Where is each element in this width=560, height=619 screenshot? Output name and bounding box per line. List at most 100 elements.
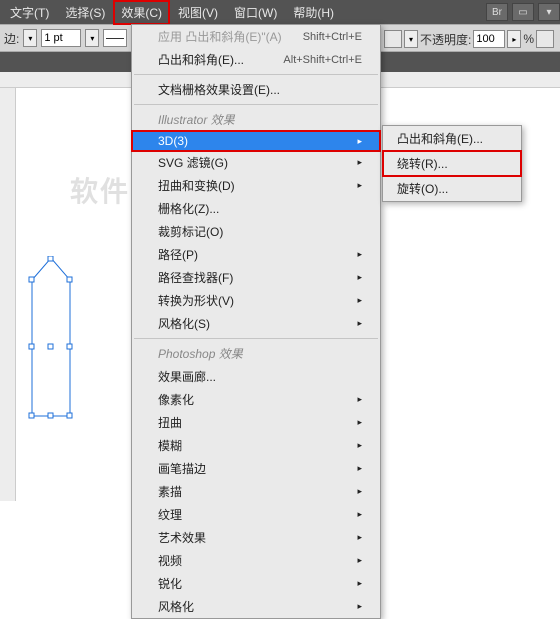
menu-distort-transform[interactable]: 扭曲和变换(D) ▸ <box>132 174 380 197</box>
menu-label: 扭曲 <box>158 414 182 431</box>
submenu-rotate[interactable]: 旋转(O)... <box>383 176 521 201</box>
menu-stylize-ai[interactable]: 风格化(S) ▸ <box>132 312 380 335</box>
menu-window[interactable]: 窗口(W) <box>226 0 285 25</box>
menu-artistic[interactable]: 艺术效果 ▸ <box>132 526 380 549</box>
menu-convert-shape[interactable]: 转换为形状(V) ▸ <box>132 289 380 312</box>
menu-label: 风格化(S) <box>158 315 210 332</box>
menu-label: 视频 <box>158 552 182 569</box>
menu-label: 栅格化(Z)... <box>158 200 219 217</box>
menu-label: 像素化 <box>158 391 194 408</box>
menu-label: 绕转(R)... <box>397 155 448 172</box>
menu-path[interactable]: 路径(P) ▸ <box>132 243 380 266</box>
menu-label: 转换为形状(V) <box>158 292 234 309</box>
submenu-extrude[interactable]: 凸出和斜角(E)... <box>383 126 521 151</box>
menu-label: 裁剪标记(O) <box>158 223 223 240</box>
menu-doc-raster[interactable]: 文档栅格效果设置(E)... <box>132 78 380 101</box>
submenu-arrow-icon: ▸ <box>357 486 362 497</box>
submenu-arrow-icon: ▸ <box>357 136 362 147</box>
menu-label: 应用 凸出和斜角(E)"(A) <box>158 28 282 45</box>
menu-svg-filter[interactable]: SVG 滤镜(G)▸ <box>132 151 380 174</box>
opacity-more-icon[interactable] <box>536 30 554 48</box>
menu-text[interactable]: 文字(T) <box>2 0 57 25</box>
submenu-arrow-icon: ▸ <box>357 509 362 520</box>
submenu-arrow-icon: ▸ <box>357 318 362 329</box>
menu-label: SVG 滤镜(G) <box>158 154 228 171</box>
submenu-arrow-icon: ▸ <box>357 463 362 474</box>
submenu-arrow-icon: ▸ <box>357 578 362 589</box>
menu-view[interactable]: 视图(V) <box>170 0 226 25</box>
stroke-input[interactable] <box>41 29 81 47</box>
menu-stylize-ps[interactable]: 风格化 ▸ <box>132 595 380 618</box>
submenu-arrow-icon: ▸ <box>357 394 362 405</box>
toolbar-right: Br ▭ ▾ <box>486 0 560 24</box>
opacity-icon[interactable] <box>384 30 402 48</box>
menu-shortcut: Shift+Ctrl+E <box>303 31 362 43</box>
3d-submenu: 凸出和斜角(E)... 绕转(R)... 旋转(O)... <box>382 125 522 202</box>
menu-label: 旋转(O)... <box>397 180 448 197</box>
menu-separator <box>134 74 378 75</box>
stroke-dropdown-icon[interactable]: ▾ <box>23 29 37 47</box>
stroke-style-box[interactable] <box>103 29 127 47</box>
menu-label: 路径查找器(F) <box>158 269 233 286</box>
percent-label: % <box>523 32 534 46</box>
menu-separator <box>134 338 378 339</box>
menu-effect[interactable]: 效果(C) <box>113 0 170 25</box>
menu-label: 凸出和斜角(E)... <box>397 130 483 147</box>
menu-distort[interactable]: 扭曲 ▸ <box>132 411 380 434</box>
submenu-arrow-icon: ▸ <box>357 249 362 260</box>
stroke-label: 边: <box>4 30 19 47</box>
menu-pathfinder[interactable]: 路径查找器(F) ▸ <box>132 266 380 289</box>
menu-label: 模糊 <box>158 437 182 454</box>
menu-blur[interactable]: 模糊 ▸ <box>132 434 380 457</box>
submenu-arrow-icon: ▸ <box>357 555 362 566</box>
submenu-arrow-icon: ▸ <box>357 440 362 451</box>
menu-label: 风格化 <box>158 598 194 615</box>
menu-label: 路径(P) <box>158 246 198 263</box>
menu-label: 扭曲和变换(D) <box>158 177 235 194</box>
opacity-input[interactable] <box>473 30 505 48</box>
submenu-revolve[interactable]: 绕转(R)... <box>383 151 521 176</box>
menu-apply-last[interactable]: 应用 凸出和斜角(E)"(A) Shift+Ctrl+E <box>132 25 380 48</box>
menu-shortcut: Alt+Shift+Ctrl+E <box>283 54 362 66</box>
stroke-unit-dropdown[interactable]: ▾ <box>85 29 99 47</box>
menu-sketch[interactable]: 素描 ▸ <box>132 480 380 503</box>
submenu-arrow-icon: ▸ <box>357 272 362 283</box>
menu-texture[interactable]: 纹理 ▸ <box>132 503 380 526</box>
menu-label: 文档栅格效果设置(E)... <box>158 81 280 98</box>
submenu-arrow-icon: ▸ <box>357 532 362 543</box>
menu-label: 素描 <box>158 483 182 500</box>
menu-label: 锐化 <box>158 575 182 592</box>
menu-label: 画笔描边 <box>158 460 206 477</box>
submenu-arrow-icon: ▸ <box>357 601 362 612</box>
bridge-button[interactable]: Br <box>486 3 508 21</box>
menu-header-ps: Photoshop 效果 <box>132 342 380 365</box>
menu-effect-gallery[interactable]: 效果画廊... <box>132 365 380 388</box>
opacity-group: ▾ 不透明度: ▸ % <box>382 28 556 50</box>
menu-label: 纹理 <box>158 506 182 523</box>
menu-help[interactable]: 帮助(H) <box>285 0 342 25</box>
menu-header-ai: Illustrator 效果 <box>132 108 380 131</box>
menu-label: 效果画廊... <box>158 368 216 385</box>
menu-rasterize[interactable]: 栅格化(Z)... <box>132 197 380 220</box>
ruler-vertical <box>0 88 16 501</box>
opacity-dropdown-2[interactable]: ▸ <box>507 30 521 48</box>
submenu-arrow-icon: ▸ <box>357 295 362 306</box>
menu-brush-stroke[interactable]: 画笔描边 ▸ <box>132 457 380 480</box>
menu-3d[interactable]: 3D(3) ▸ <box>132 131 380 151</box>
toolbar-btn-1[interactable]: ▭ <box>512 3 534 21</box>
toolbar-btn-2[interactable]: ▾ <box>538 3 560 21</box>
opacity-label: 不透明度: <box>420 31 471 48</box>
menu-pixelate[interactable]: 像素化 ▸ <box>132 388 380 411</box>
menu-sharpen[interactable]: 锐化 ▸ <box>132 572 380 595</box>
opacity-dropdown-1[interactable]: ▾ <box>404 30 418 48</box>
menu-select[interactable]: 选择(S) <box>57 0 113 25</box>
menu-label: 凸出和斜角(E)... <box>158 51 244 68</box>
menu-extrude-bevel[interactable]: 凸出和斜角(E)... Alt+Shift+Ctrl+E <box>132 48 380 71</box>
submenu-arrow-icon: ▸ <box>357 417 362 428</box>
selected-shape[interactable] <box>24 256 78 420</box>
menu-label: 艺术效果 <box>158 529 206 546</box>
menu-label: 3D(3) <box>158 134 188 148</box>
menu-crop-marks[interactable]: 裁剪标记(O) <box>132 220 380 243</box>
menu-video[interactable]: 视频 ▸ <box>132 549 380 572</box>
submenu-arrow-icon: ▸ <box>357 180 362 191</box>
